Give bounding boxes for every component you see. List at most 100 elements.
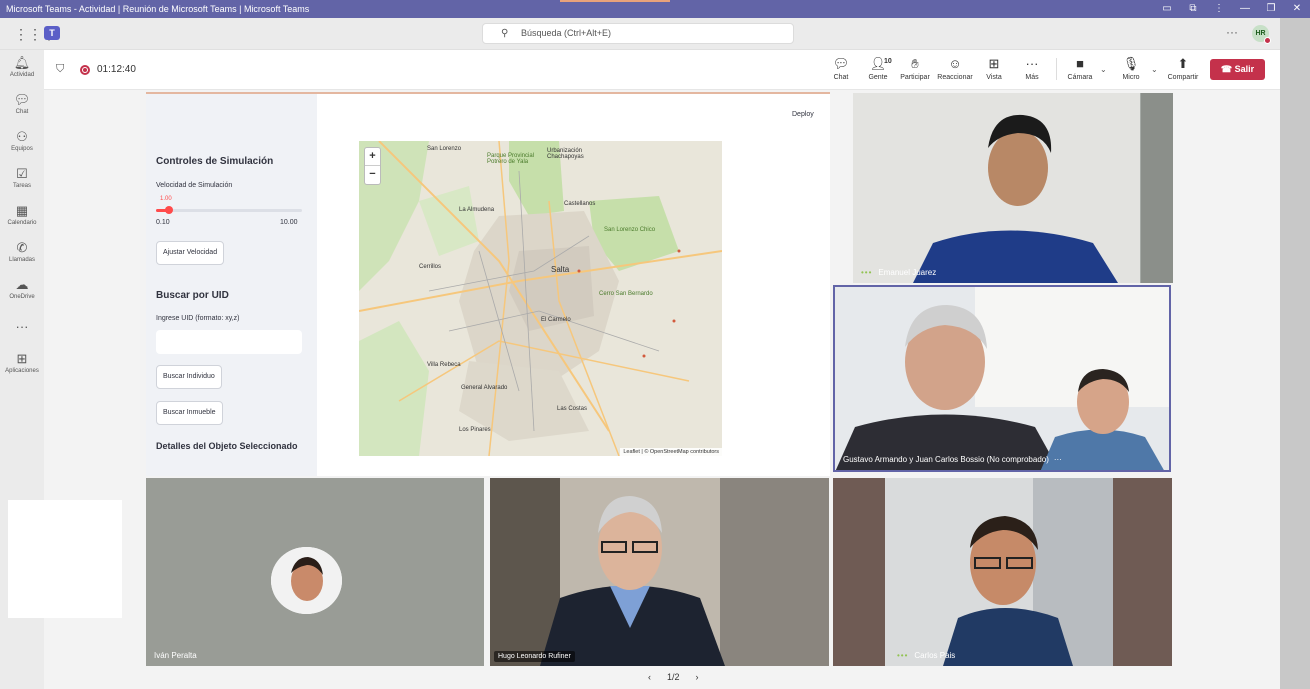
blank-panel bbox=[8, 500, 122, 618]
participant-video bbox=[835, 287, 1169, 470]
shared-screen: Controles de Simulación Velocidad de Sim… bbox=[146, 92, 830, 476]
map-attribution[interactable]: Leaflet | © OpenStreetMap contributors bbox=[620, 448, 722, 456]
leaflet-map[interactable]: + − San Lorenzo Parque Provincial Potrer… bbox=[359, 141, 722, 456]
more-icon[interactable]: ⋮ bbox=[1206, 0, 1232, 18]
meeting-header: ⛉ 01:12:40 💬︎ Chat 👤︎ 10 Gente ✋︎ Partic… bbox=[44, 50, 1280, 90]
deploy-button[interactable]: Deploy bbox=[792, 111, 814, 118]
rail-item-equipos[interactable]: ⚇ Equipos bbox=[0, 129, 44, 153]
title-bar: Microsoft Teams - Actividad | Reunión de… bbox=[0, 0, 1310, 18]
popout-icon[interactable]: ⧉ bbox=[1180, 0, 1206, 18]
adjust-speed-button[interactable]: Ajustar Velocidad bbox=[156, 241, 225, 265]
calendar-icon: ▦ bbox=[15, 203, 29, 218]
map-background bbox=[359, 141, 722, 456]
video-camera-icon: ■ bbox=[1076, 56, 1084, 71]
map-zoom-control: + − bbox=[364, 147, 381, 185]
toolbar-divider bbox=[1056, 58, 1057, 80]
mic-options-chevron-icon[interactable]: ⌄ bbox=[1151, 65, 1158, 74]
teams-logo-icon: T bbox=[44, 26, 60, 40]
hangup-icon: ☎ bbox=[1220, 64, 1233, 74]
zoom-out-button[interactable]: − bbox=[365, 166, 380, 184]
rail-item-calendario[interactable]: ▦ Calendario bbox=[0, 203, 44, 227]
window-title: Microsoft Teams - Actividad | Reunión de… bbox=[6, 4, 310, 14]
prev-page-icon[interactable]: ‹ bbox=[648, 672, 651, 682]
participant-name: Gustavo Armando y Juan Carlos Bossio (No… bbox=[843, 455, 1062, 464]
participant-name: ••• Carlos Pais bbox=[897, 651, 956, 660]
speed-slider-handle[interactable] bbox=[165, 206, 174, 214]
camera-button[interactable]: ■ Cámara bbox=[1062, 56, 1098, 81]
leave-button[interactable]: ☎ Salir bbox=[1210, 59, 1265, 80]
uid-input[interactable] bbox=[156, 330, 302, 354]
zoom-in-button[interactable]: + bbox=[365, 148, 380, 166]
speaking-indicator-icon: ••• bbox=[897, 651, 909, 660]
map-label: Las Costas bbox=[557, 406, 588, 412]
search-input[interactable]: ⚲ Búsqueda (Ctrl+Alt+E) bbox=[482, 23, 794, 44]
top-bar: ⋮⋮⋮ T ⚲ Búsqueda (Ctrl+Alt+E) ··· HR bbox=[0, 18, 1280, 50]
share-tray-icon: ⬆ bbox=[1177, 56, 1189, 71]
minimize-icon[interactable]: — bbox=[1232, 0, 1258, 18]
rail-item-chat[interactable]: 💬︎ Chat bbox=[0, 92, 44, 116]
right-scroll-area bbox=[1280, 18, 1310, 689]
react-button[interactable]: ☺ Reaccionar bbox=[937, 56, 973, 81]
map-label: La Almudena bbox=[459, 207, 495, 213]
rail-item-llamadas[interactable]: ✆ Llamadas bbox=[0, 240, 44, 264]
phone-icon: ✆ bbox=[16, 240, 28, 255]
next-page-icon[interactable]: › bbox=[696, 672, 699, 682]
camera-status-icon[interactable]: ▭ bbox=[1154, 0, 1180, 18]
speed-label: Velocidad de Simulación bbox=[156, 182, 233, 189]
smiley-icon: ☺ bbox=[948, 56, 962, 71]
map-label: San Lorenzo Chico bbox=[604, 227, 656, 233]
mic-button[interactable]: 🎙︎ Micro bbox=[1113, 56, 1149, 81]
rail-item-onedrive[interactable]: ☁ OneDrive bbox=[0, 277, 44, 301]
restore-icon[interactable]: ❐ bbox=[1258, 0, 1284, 18]
presence-badge bbox=[1264, 37, 1271, 44]
camera-options-chevron-icon[interactable]: ⌄ bbox=[1100, 65, 1107, 74]
speaking-indicator-icon: ••• bbox=[861, 268, 873, 277]
page-indicator: 1/2 bbox=[667, 672, 680, 682]
rail-item-aplicaciones[interactable]: ⊞ Aplicaciones bbox=[0, 351, 44, 375]
streamlit-sidebar: Controles de Simulación Velocidad de Sim… bbox=[146, 94, 317, 476]
participant-tile[interactable]: ••• Carlos Pais bbox=[833, 478, 1172, 666]
people-button[interactable]: 👤︎ 10 Gente bbox=[860, 56, 896, 81]
search-placeholder: Búsqueda (Ctrl+Alt+E) bbox=[521, 28, 612, 38]
map-label: Cerro San Bernardo bbox=[599, 291, 653, 297]
user-avatar[interactable]: HR bbox=[1252, 25, 1271, 44]
chat-button[interactable]: 💬︎ Chat bbox=[823, 56, 859, 81]
avatar bbox=[271, 547, 342, 614]
view-button[interactable]: ⊞ Vista bbox=[976, 56, 1012, 81]
rail-item-tareas[interactable]: ☑ Tareas bbox=[0, 166, 44, 190]
cloud-icon: ☁ bbox=[15, 277, 29, 292]
rail-item-actividad[interactable]: 🔔︎ Actividad bbox=[0, 55, 44, 79]
raise-hand-button[interactable]: ✋︎ Participar bbox=[897, 56, 933, 81]
search-individual-button[interactable]: Buscar Individuo bbox=[156, 365, 222, 389]
close-icon[interactable]: ✕ bbox=[1284, 0, 1310, 18]
title-accent bbox=[560, 0, 670, 2]
bell-icon: 🔔︎ bbox=[13, 55, 31, 70]
tasks-icon: ☑ bbox=[16, 166, 28, 181]
participant-name: ••• Emanuel Juarez bbox=[861, 268, 937, 277]
participant-name: Hugo Leonardo Rufiner bbox=[494, 651, 575, 662]
chat-icon: 💬︎ bbox=[13, 92, 31, 107]
microphone-icon: 🎙︎ bbox=[1122, 56, 1140, 71]
map-label: San Lorenzo bbox=[427, 146, 462, 152]
map-label: Castellanos bbox=[564, 201, 596, 207]
map-label: Villa Rebeca bbox=[427, 362, 461, 368]
more-button[interactable]: ··· Más bbox=[1014, 56, 1050, 81]
share-button[interactable]: ⬆ Compartir bbox=[1165, 56, 1201, 81]
search-property-button[interactable]: Buscar Inmueble bbox=[156, 401, 223, 425]
speed-slider[interactable] bbox=[156, 206, 302, 214]
rail-more-apps[interactable]: ··· bbox=[0, 320, 44, 334]
participant-tile[interactable]: Hugo Leonardo Rufiner bbox=[490, 478, 829, 666]
map-label: Los Pinares bbox=[459, 427, 491, 433]
tile-more-icon[interactable]: ··· bbox=[1054, 455, 1062, 464]
shield-icon[interactable]: ⛉ bbox=[56, 63, 64, 76]
settings-more-icon[interactable]: ··· bbox=[1226, 25, 1238, 39]
chat-bubble-icon: 💬︎ bbox=[832, 56, 850, 71]
meeting-timer: 01:12:40 bbox=[97, 64, 136, 75]
participant-tile[interactable]: ••• Emanuel Juarez bbox=[853, 93, 1173, 283]
participant-tile[interactable]: Iván Peralta bbox=[146, 478, 484, 666]
recording-icon bbox=[80, 65, 90, 75]
participant-tile[interactable]: Gustavo Armando y Juan Carlos Bossio (No… bbox=[833, 285, 1171, 472]
apps-icon: ⊞ bbox=[16, 351, 28, 366]
speed-max: 10.00 bbox=[280, 219, 298, 226]
teams-icon: ⚇ bbox=[16, 129, 28, 144]
